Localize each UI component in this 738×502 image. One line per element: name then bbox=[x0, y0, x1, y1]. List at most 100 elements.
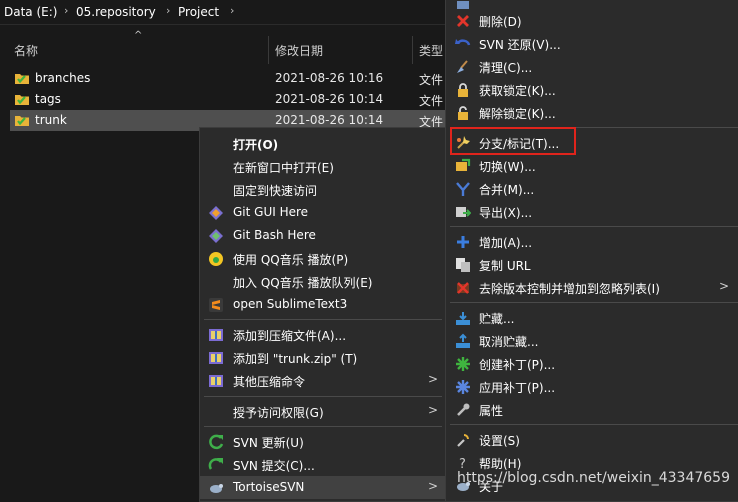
menu-item-delete[interactable]: 删除(D) bbox=[446, 9, 738, 32]
chevron-right-icon: › bbox=[64, 4, 69, 17]
menu-item-label: TortoiseSVN bbox=[233, 480, 305, 494]
unshelve-icon bbox=[456, 333, 470, 348]
menu-item-git-gui[interactable]: Git GUI Here bbox=[200, 201, 446, 224]
menu-item-label: 合并(M)... bbox=[479, 183, 535, 197]
menu-item-label: Git Bash Here bbox=[233, 228, 316, 242]
settings-icon bbox=[457, 434, 469, 447]
menu-item-label: 属性 bbox=[479, 404, 504, 418]
menu-item-shelve[interactable]: 贮藏... bbox=[446, 306, 738, 329]
menu-item-label: 创建补丁(P)... bbox=[479, 358, 556, 372]
menu-item-label: 在新窗口中打开(E) bbox=[233, 161, 334, 175]
menu-item-open[interactable]: 打开(O) bbox=[200, 132, 446, 155]
copy-url-icon bbox=[456, 258, 470, 272]
menu-item-revert[interactable]: SVN 还原(V)... bbox=[446, 32, 738, 55]
file-name: trunk bbox=[35, 113, 67, 127]
file-date: 2021-08-26 10:16 bbox=[275, 71, 384, 85]
menu-item-label: 导出(X)... bbox=[479, 206, 533, 220]
shelve-icon bbox=[456, 312, 470, 325]
chevron-right-icon: > bbox=[427, 403, 438, 417]
menu-item-copy-url[interactable]: 复制 URL bbox=[446, 253, 738, 276]
menu-item-svn-commit[interactable]: SVN 提交(C)... bbox=[200, 453, 446, 476]
menu-item-create-patch[interactable]: 创建补丁(P)... bbox=[446, 352, 738, 375]
archive-icon bbox=[209, 329, 223, 341]
column-type[interactable]: 类型 bbox=[419, 42, 443, 59]
watermark: https://blog.csdn.net/weixin_43347659 bbox=[456, 470, 730, 486]
menu-item-label: SVN 还原(V)... bbox=[479, 38, 561, 52]
file-row[interactable]: branches 2021-08-26 10:16 文件 bbox=[10, 68, 445, 89]
menu-item-label: 获取锁定(K)... bbox=[479, 84, 556, 98]
menu-item-unversion-ignore[interactable]: 去除版本控制并增加到忽略列表(I) > bbox=[446, 276, 738, 299]
menu-item-settings[interactable]: 设置(S) bbox=[446, 428, 738, 451]
breadcrumb-project[interactable]: Project bbox=[178, 5, 219, 19]
menu-item-tortoisesvn[interactable]: TortoiseSVN > bbox=[200, 476, 446, 499]
chevron-right-icon: › bbox=[166, 4, 171, 17]
menu-item-unshelve[interactable]: 取消贮藏... bbox=[446, 329, 738, 352]
archive-icon bbox=[209, 375, 223, 387]
menu-item-label: 复制 URL bbox=[479, 259, 531, 273]
chevron-right-icon: > bbox=[718, 279, 729, 293]
column-name[interactable]: 名称 bbox=[14, 42, 38, 59]
svg-text:?: ? bbox=[459, 457, 466, 471]
menu-item-sublime[interactable]: open SublimeText3 bbox=[200, 293, 446, 316]
git-bash-icon bbox=[209, 229, 223, 243]
menu-item-other-compress[interactable]: 其他压缩命令 > bbox=[200, 369, 446, 392]
menu-item-merge[interactable]: 合并(M)... bbox=[446, 177, 738, 200]
file-date: 2021-08-26 10:14 bbox=[275, 113, 384, 127]
menu-item-export[interactable]: 导出(X)... bbox=[446, 200, 738, 223]
column-divider[interactable] bbox=[412, 36, 413, 64]
tortoisesvn-submenu: 删除(D) SVN 还原(V)... 清理(C)... 获取锁定(K)... 解… bbox=[445, 0, 738, 502]
menu-item-label: 加入 QQ音乐 播放队列(E) bbox=[233, 276, 373, 290]
menu-item-label: open SublimeText3 bbox=[233, 297, 348, 311]
menu-item-label: 切换(W)... bbox=[479, 160, 536, 174]
file-row[interactable]: tags 2021-08-26 10:14 文件 bbox=[10, 89, 445, 110]
menu-item-add-zip[interactable]: 添加到 "trunk.zip" (T) bbox=[200, 346, 446, 369]
switch-icon bbox=[456, 158, 471, 171]
menu-item-label: 授予访问权限(G) bbox=[233, 406, 324, 420]
qq-music-icon bbox=[209, 252, 223, 266]
menu-item-label: 添加到压缩文件(A)... bbox=[233, 329, 347, 343]
menu-item-label: 打开(O) bbox=[233, 138, 279, 152]
menu-item-properties[interactable]: 属性 bbox=[446, 398, 738, 421]
menu-item-grant-access[interactable]: 授予访问权限(G) > bbox=[200, 400, 446, 423]
menu-item-add[interactable]: 增加(A)... bbox=[446, 230, 738, 253]
column-date[interactable]: 修改日期 bbox=[275, 42, 323, 59]
menu-item-apply-patch[interactable]: 应用补丁(P)... bbox=[446, 375, 738, 398]
git-gui-icon bbox=[209, 206, 223, 220]
column-divider[interactable] bbox=[268, 36, 269, 64]
file-date: 2021-08-26 10:14 bbox=[275, 92, 384, 106]
menu-item-git-bash[interactable]: Git Bash Here bbox=[200, 224, 446, 247]
menu-item-get-lock[interactable]: 获取锁定(K)... bbox=[446, 78, 738, 101]
menu-item-label: 设置(S) bbox=[479, 434, 520, 448]
menu-item-pin-quick-access[interactable]: 固定到快速访问 bbox=[200, 178, 446, 201]
menu-item-label: 去除版本控制并增加到忽略列表(I) bbox=[479, 282, 660, 296]
breadcrumb-drive[interactable]: Data (E:) bbox=[4, 5, 57, 19]
menu-item-add-archive[interactable]: 添加到压缩文件(A)... bbox=[200, 323, 446, 346]
menu-item-svn-update[interactable]: SVN 更新(U) bbox=[200, 430, 446, 453]
svn-commit-icon bbox=[208, 458, 223, 470]
menu-item-switch[interactable]: 切换(W)... bbox=[446, 154, 738, 177]
menu-item-open-new-window[interactable]: 在新窗口中打开(E) bbox=[200, 155, 446, 178]
menu-item-label: 固定到快速访问 bbox=[233, 184, 318, 198]
svn-folder-icon bbox=[15, 74, 29, 84]
svn-update-icon bbox=[209, 434, 224, 450]
menu-item-label: 其他压缩命令 bbox=[233, 375, 306, 389]
breadcrumb-repository[interactable]: 05.repository bbox=[76, 5, 156, 19]
chevron-right-icon: > bbox=[427, 372, 438, 386]
menu-item-label: Git GUI Here bbox=[233, 205, 309, 219]
menu-item-qq-music-queue[interactable]: 加入 QQ音乐 播放队列(E) bbox=[200, 270, 446, 293]
tortoisesvn-icon bbox=[210, 484, 223, 493]
menu-item-release-lock[interactable]: 解除锁定(K)... bbox=[446, 101, 738, 124]
menu-item-label: 应用补丁(P)... bbox=[479, 381, 556, 395]
menu-item-label: 使用 QQ音乐 播放(P) bbox=[233, 253, 349, 267]
help-icon: ? bbox=[459, 457, 466, 471]
sublime-icon bbox=[209, 298, 223, 312]
menu-item-label: 贮藏... bbox=[479, 312, 515, 326]
file-type: 文件 bbox=[419, 73, 444, 87]
export-icon bbox=[456, 207, 471, 217]
cleanup-icon bbox=[457, 60, 468, 73]
menu-item-cleanup[interactable]: 清理(C)... bbox=[446, 55, 738, 78]
menu-item-qq-music-play[interactable]: 使用 QQ音乐 播放(P) bbox=[200, 247, 446, 270]
menu-separator bbox=[450, 302, 738, 303]
menu-item-label: 取消贮藏... bbox=[479, 335, 539, 349]
add-icon bbox=[457, 236, 469, 248]
